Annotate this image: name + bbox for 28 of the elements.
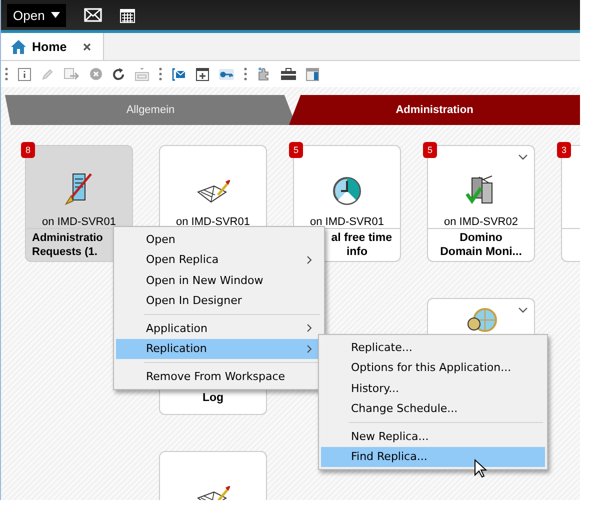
tile-title: al free time	[331, 231, 393, 245]
server-label: on IMD-SVR01	[310, 216, 384, 228]
category-tab[interactable]: Administration	[289, 95, 580, 125]
menu-item[interactable]: Application	[116, 318, 322, 338]
tile-title: Requests (1.	[31, 245, 98, 259]
menu-item[interactable]: Open in New Window	[116, 270, 322, 290]
tile-title: Domino	[460, 231, 502, 245]
menu-item[interactable]: Options for this Application...	[321, 358, 545, 378]
server-label: on IMD-SVR01	[176, 216, 250, 228]
count-badge: 5	[289, 142, 303, 158]
server-label: on IMD-SVR02	[444, 216, 518, 228]
tile-title: Domain Moni...	[440, 245, 522, 259]
tile-title: Administratio	[31, 231, 103, 245]
menu-item[interactable]: Change Schedule...	[321, 398, 545, 419]
tile-title: info	[345, 245, 368, 259]
count-badge: 8	[21, 142, 35, 158]
menu-item[interactable]: Replicate...	[321, 337, 545, 358]
tile-title: Log	[202, 391, 224, 405]
open-button[interactable]: Open	[7, 4, 66, 26]
home-tab[interactable]: Home	[1, 33, 104, 60]
menu-item[interactable]: Open In Designer	[116, 290, 322, 311]
menu-item[interactable]: History...	[321, 378, 545, 398]
count-badge: 5	[423, 142, 437, 158]
server-label: on IMD-SVR01	[42, 216, 116, 228]
count-badge: 3	[557, 142, 571, 158]
menu-item[interactable]: Find Replica...	[321, 446, 545, 467]
menu-item[interactable]: Remove From Workspace	[116, 366, 322, 386]
menu-item[interactable]: New Replica...	[321, 426, 545, 446]
